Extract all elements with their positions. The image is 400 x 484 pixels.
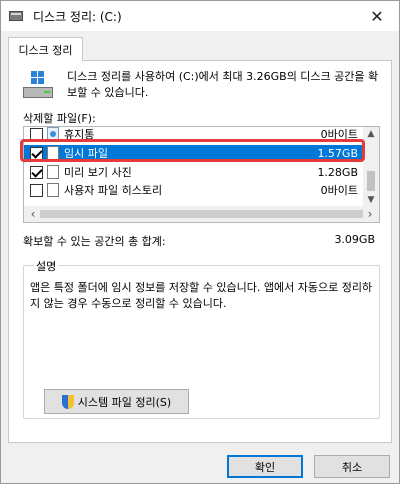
checkbox[interactable] xyxy=(30,127,43,141)
total-space-value: 3.09GB xyxy=(334,233,375,246)
file-icon xyxy=(47,146,59,160)
button-label: 시스템 파일 정리(S) xyxy=(77,395,172,409)
horizontal-scrollbar[interactable]: ‹ › xyxy=(24,206,379,222)
item-name: 임시 파일 xyxy=(64,147,108,160)
tab-disk-cleanup[interactable]: 디스크 정리 xyxy=(8,37,83,61)
disk-cleanup-window: 디스크 정리: (C:) ✕ 디스크 정리 디스크 정리를 사용하여 (C:)에… xyxy=(0,0,400,484)
item-size: 0바이트 xyxy=(320,128,358,141)
total-space-label: 확보할 수 있는 공간의 총 합계: xyxy=(23,235,166,248)
checkbox[interactable] xyxy=(30,146,43,160)
scroll-up-icon[interactable]: ▲ xyxy=(363,127,379,141)
list-item[interactable]: 휴지통 0바이트 xyxy=(24,127,364,142)
scroll-down-icon[interactable]: ▼ xyxy=(363,193,379,207)
ok-button[interactable]: 확인 xyxy=(227,455,303,478)
list-item[interactable]: 미리 보기 사진 1.28GB xyxy=(24,164,364,180)
file-icon xyxy=(47,165,59,179)
scrollbar-thumb[interactable] xyxy=(40,210,363,218)
item-size: 1.57GB xyxy=(317,146,358,160)
list-item[interactable]: 임시 파일 1.57GB xyxy=(24,145,364,161)
list-item[interactable]: 사용자 파일 히스토리 0바이트 xyxy=(24,182,364,198)
summary-text: 디스크 정리를 사용하여 (C:)에서 최대 3.26GB의 디스크 공간을 확… xyxy=(67,70,379,99)
item-name: 미리 보기 사진 xyxy=(64,166,132,179)
cleanup-system-files-button[interactable]: 시스템 파일 정리(S) xyxy=(44,389,189,414)
description-text: 앱은 특정 폴더에 임시 정보를 저장할 수 있습니다. 앱에서 자동으로 정리… xyxy=(30,281,373,310)
item-size: 0바이트 xyxy=(320,184,358,197)
window-title: 디스크 정리: (C:) xyxy=(33,9,122,24)
item-size: 1.28GB xyxy=(317,165,358,179)
checkbox[interactable] xyxy=(30,183,43,197)
disk-cleanup-icon xyxy=(9,9,25,23)
recycle-bin-icon xyxy=(47,127,59,141)
close-button[interactable]: ✕ xyxy=(355,1,399,31)
cancel-button[interactable]: 취소 xyxy=(314,455,390,478)
description-title: 설명 xyxy=(34,258,59,274)
files-list[interactable]: 휴지통 0바이트 임시 파일 1.57GB 미리 보기 사진 1.28GB 사용… xyxy=(23,126,380,223)
item-name: 사용자 파일 히스토리 xyxy=(64,184,163,197)
drive-icon xyxy=(23,71,55,103)
file-icon xyxy=(47,183,59,197)
title-bar: 디스크 정리: (C:) ✕ xyxy=(1,1,399,31)
description-group: 설명 앱은 특정 폴더에 임시 정보를 저장할 수 있습니다. 앱에서 자동으로… xyxy=(23,258,380,419)
scrollbar-thumb[interactable] xyxy=(367,171,375,191)
scroll-right-icon[interactable]: › xyxy=(363,206,377,222)
files-to-delete-label: 삭제할 파일(F): xyxy=(23,112,96,125)
vertical-scrollbar[interactable]: ▲ ▼ xyxy=(363,127,379,207)
uac-shield-icon xyxy=(61,394,74,409)
scroll-left-icon[interactable]: ‹ xyxy=(26,206,40,222)
checkbox[interactable] xyxy=(30,165,43,179)
item-name: 휴지통 xyxy=(64,128,95,141)
tab-panel: 디스크 정리를 사용하여 (C:)에서 최대 3.26GB의 디스크 공간을 확… xyxy=(8,60,392,443)
